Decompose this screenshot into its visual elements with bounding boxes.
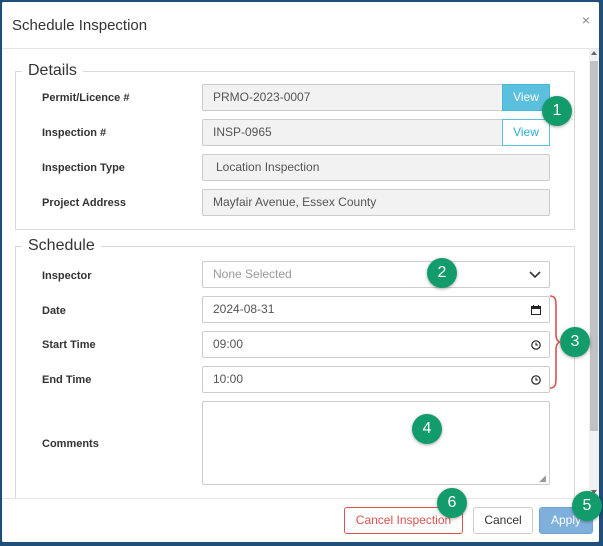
inspector-label: Inspector [42, 270, 92, 282]
permit-field: PRMO-2023-0007 View [202, 84, 550, 111]
dialog-footer: Cancel Inspection Cancel Apply [2, 498, 599, 542]
inspection-value: INSP-0965 [213, 125, 272, 139]
scroll-up-icon[interactable] [591, 51, 597, 55]
schedule-inspection-dialog: Schedule Inspection × Details Permit/Lic… [2, 2, 599, 542]
inspection-type-field: Location Inspection [202, 154, 550, 181]
resize-grip-icon[interactable]: ◢ [539, 474, 546, 483]
close-icon[interactable]: × [582, 12, 590, 28]
clock-icon[interactable] [531, 332, 541, 357]
project-address-field: Mayfair Avenue, Essex County [202, 189, 550, 216]
start-time-label: Start Time [42, 339, 96, 351]
dialog-header: Schedule Inspection × [2, 2, 599, 49]
schedule-legend: Schedule [28, 237, 95, 254]
dialog-body: Details Permit/Licence # PRMO-2023-0007 … [2, 49, 589, 498]
vertical-scrollbar[interactable] [589, 49, 599, 498]
clock-icon[interactable] [531, 367, 541, 392]
callout-3-badge: 3 [560, 327, 590, 357]
start-time-input[interactable]: 09:00 [202, 331, 550, 358]
comments-label: Comments [42, 438, 99, 450]
project-address-value: Mayfair Avenue, Essex County [213, 195, 377, 209]
chevron-down-icon [529, 262, 541, 287]
project-address-label: Project Address [42, 197, 126, 209]
callout-6-badge: 6 [437, 488, 467, 518]
date-value: 2024-08-31 [213, 302, 275, 316]
view-inspection-button[interactable]: View [502, 119, 550, 146]
inspection-type-value: Location Inspection [216, 160, 320, 174]
inspection-field: INSP-0965 View [202, 119, 550, 146]
callout-2-badge: 2 [427, 258, 457, 288]
dialog-title: Schedule Inspection [12, 17, 148, 34]
scrollbar-thumb[interactable] [590, 61, 598, 431]
end-time-value: 10:00 [213, 372, 244, 386]
start-time-value: 09:00 [213, 337, 244, 351]
brace-icon [549, 295, 562, 389]
cancel-button[interactable]: Cancel [473, 507, 533, 534]
callout-1-badge: 1 [542, 96, 572, 126]
date-label: Date [42, 305, 66, 317]
inspection-label: Inspection # [42, 127, 107, 139]
callout-4-badge: 4 [412, 414, 442, 444]
end-time-input[interactable]: 10:00 [202, 366, 550, 393]
inspector-placeholder: None Selected [213, 267, 292, 281]
inspector-select[interactable]: None Selected [202, 261, 550, 288]
callout-5-badge: 5 [572, 491, 602, 521]
end-time-label: End Time [42, 374, 92, 386]
calendar-icon[interactable] [531, 297, 541, 322]
permit-label: Permit/Licence # [42, 92, 130, 104]
comments-textarea[interactable] [202, 401, 550, 485]
permit-value: PRMO-2023-0007 [213, 90, 311, 104]
date-input[interactable]: 2024-08-31 [202, 296, 550, 323]
inspection-type-label: Inspection Type [42, 162, 125, 174]
details-legend: Details [28, 62, 77, 79]
